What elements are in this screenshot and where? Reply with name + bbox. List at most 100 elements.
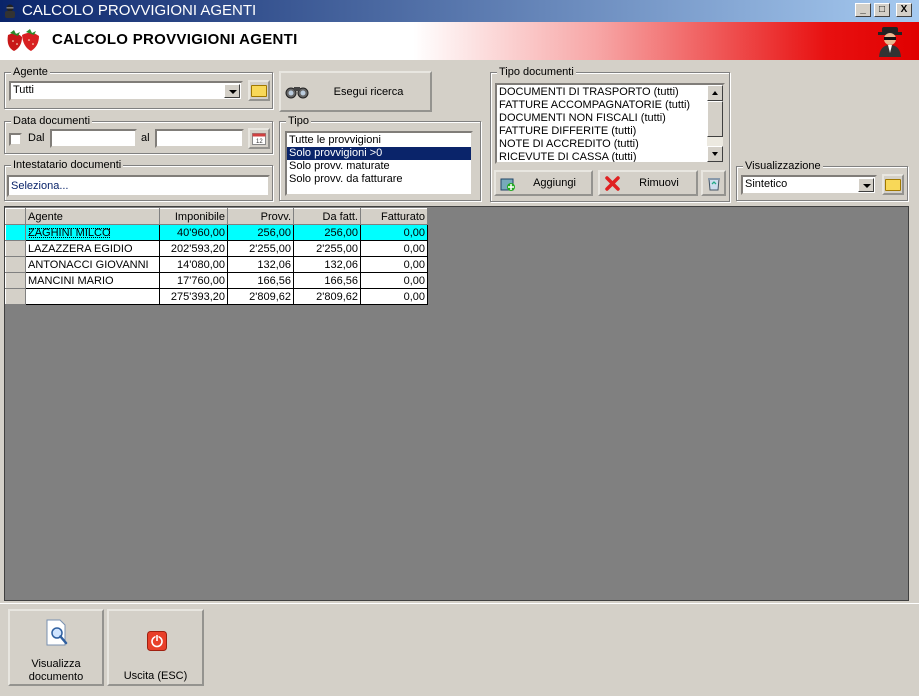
da-fatt-cell[interactable]: 166,56 [293, 272, 361, 289]
tipo-documenti-item[interactable]: FATTURE DIFFERITE (tutti) [497, 125, 723, 138]
tipo-documenti-item[interactable]: NOTE DI ACCREDITO (tutti) [497, 138, 723, 151]
tipo-documenti-item[interactable]: FATTURE ACCOMPAGNATORIE (tutti) [497, 99, 723, 112]
power-icon [147, 631, 167, 654]
tipo-option-selected[interactable]: Solo provvigioni >0 [287, 147, 471, 160]
row-indicator[interactable] [5, 224, 26, 241]
fatturato-cell[interactable]: 0,00 [360, 256, 428, 273]
row-indicator[interactable] [5, 256, 26, 273]
window-title: CALCOLO PROVVIGIONI AGENTI [22, 2, 257, 19]
add-document-icon [500, 176, 516, 195]
da-fatt-cell[interactable]: 256,00 [293, 224, 361, 241]
dal-checkbox[interactable] [9, 133, 22, 146]
folder-icon [885, 178, 901, 191]
tipo-documenti-item[interactable]: RICEVUTE DI CASSA (tutti) [497, 151, 723, 162]
close-button[interactable]: X [896, 3, 912, 17]
tipo-documenti-label: Tipo documenti [497, 66, 576, 78]
totals-row[interactable]: 275'393,20 2'809,62 2'809,62 0,00 [5, 288, 428, 305]
totals-provv-cell: 2'809,62 [227, 288, 294, 305]
agente-combo[interactable]: Tutti [9, 81, 243, 101]
imponibile-cell[interactable]: 14'080,00 [159, 256, 228, 273]
minimize-button[interactable]: _ [855, 3, 871, 17]
aggiungi-button[interactable]: Aggiungi [494, 170, 593, 196]
agente-browse-button[interactable] [248, 80, 270, 101]
data-documenti-label: Data documenti [11, 115, 93, 127]
visualizzazione-browse-button[interactable] [882, 174, 904, 195]
calendar-icon: 12 [252, 133, 266, 145]
scroll-thumb[interactable] [707, 101, 723, 137]
column-header-imponibile[interactable]: Imponibile [159, 208, 228, 225]
row-indicator[interactable] [5, 272, 26, 289]
visualizzazione-dropdown-arrow-icon[interactable] [858, 178, 874, 192]
da-fatt-cell[interactable]: 2'255,00 [293, 240, 361, 257]
tipo-option[interactable]: Solo provv. maturate [287, 160, 471, 173]
imponibile-cell[interactable]: 17'760,00 [159, 272, 228, 289]
fatturato-cell[interactable]: 0,00 [360, 272, 428, 289]
scroll-down-arrow-icon[interactable] [707, 146, 723, 162]
fatturato-cell[interactable]: 0,00 [360, 240, 428, 257]
column-header-fatturato[interactable]: Fatturato [360, 208, 428, 225]
aggiungi-label: Aggiungi [533, 177, 576, 189]
svg-text:12: 12 [256, 139, 263, 145]
da-fatt-cell[interactable]: 132,06 [293, 256, 361, 273]
agente-cell[interactable]: ANTONACCI GIOVANNI [25, 256, 160, 273]
table-row[interactable]: ZAGHINI MILCO 40'960,00 256,00 256,00 0,… [5, 224, 428, 241]
al-label: al [141, 132, 150, 144]
provv-cell[interactable]: 132,06 [227, 256, 294, 273]
imponibile-cell[interactable]: 40'960,00 [159, 224, 228, 241]
results-grid[interactable]: Agente Imponibile Provv. Da fatt. Fattur… [5, 208, 428, 305]
column-header-provv[interactable]: Provv. [227, 208, 294, 225]
imponibile-cell[interactable]: 202'593,20 [159, 240, 228, 257]
intestatario-value: Seleziona... [11, 180, 69, 192]
agente-dropdown-arrow-icon[interactable] [224, 84, 240, 98]
banner-title: CALCOLO PROVVIGIONI AGENTI [52, 31, 298, 48]
table-row[interactable]: MANCINI MARIO 17'760,00 166,56 166,56 0,… [5, 272, 428, 289]
al-date-field[interactable] [155, 129, 244, 148]
tipo-documenti-item[interactable]: DOCUMENTI DI TRASPORTO (tutti) [497, 86, 723, 99]
table-row[interactable]: LAZAZZERA EGIDIO 202'593,20 2'255,00 2'2… [5, 240, 428, 257]
fatturato-cell[interactable]: 0,00 [360, 224, 428, 241]
maximize-button[interactable]: □ [874, 3, 890, 17]
agente-cell[interactable]: ZAGHINI MILCO [28, 227, 111, 239]
visualizza-documento-button[interactable]: Visualizza documento [8, 609, 104, 686]
dal-label: Dal [28, 132, 45, 144]
uscita-button[interactable]: Uscita (ESC) [107, 609, 204, 686]
document-magnifier-icon [44, 619, 70, 650]
dal-date-field[interactable] [50, 129, 137, 148]
row-indicator[interactable] [5, 288, 26, 305]
header-banner: CALCOLO PROVVIGIONI AGENTI [0, 22, 919, 60]
rimuovi-button[interactable]: Rimuovi [598, 170, 698, 196]
agente-cell[interactable]: LAZAZZERA EGIDIO [25, 240, 160, 257]
intestatario-field[interactable]: Seleziona... [7, 175, 270, 197]
title-bar[interactable]: CALCOLO PROVVIGIONI AGENTI _ □ X [0, 0, 919, 22]
provv-cell[interactable]: 2'255,00 [227, 240, 294, 257]
tipo-option[interactable]: Solo provv. da fatturare [287, 173, 471, 186]
tipo-documenti-listbox[interactable]: DOCUMENTI DI TRASPORTO (tutti) FATTURE A… [495, 83, 725, 164]
visualizza-label-line1: Visualizza [31, 658, 81, 670]
tipo-documenti-item[interactable]: DOCUMENTI NON FISCALI (tutti) [497, 112, 723, 125]
visualizzazione-value: Sintetico [745, 178, 788, 190]
esegui-ricerca-label: Esegui ricerca [333, 85, 404, 98]
visualizzazione-combo[interactable]: Sintetico [741, 175, 877, 195]
agente-label: Agente [11, 66, 50, 78]
table-row[interactable]: ANTONACCI GIOVANNI 14'080,00 132,06 132,… [5, 256, 428, 273]
tipo-documenti-scrollbar[interactable] [707, 85, 723, 162]
uscita-label: Uscita (ESC) [123, 670, 188, 682]
column-header-agente[interactable]: Agente [25, 208, 160, 225]
grid-header-row: Agente Imponibile Provv. Da fatt. Fattur… [5, 208, 428, 225]
column-header-da-fatt[interactable]: Da fatt. [293, 208, 361, 225]
provv-cell[interactable]: 256,00 [227, 224, 294, 241]
row-indicator-header [5, 208, 26, 225]
tipo-listbox[interactable]: Tutte le provvigioni Solo provvigioni >0… [285, 131, 473, 196]
esegui-ricerca-button[interactable]: Esegui ricerca [279, 71, 432, 112]
calendar-button[interactable]: 12 [248, 128, 270, 149]
recycle-bin-icon [707, 177, 720, 190]
tipo-option[interactable]: Tutte le provvigioni [287, 134, 471, 147]
scroll-up-arrow-icon[interactable] [707, 85, 723, 101]
agente-cell[interactable]: MANCINI MARIO [25, 272, 160, 289]
totals-da-fatt-cell: 2'809,62 [293, 288, 361, 305]
intestatario-label: Intestatario documenti [11, 159, 124, 171]
tipo-label: Tipo [286, 115, 311, 127]
row-indicator[interactable] [5, 240, 26, 257]
provv-cell[interactable]: 166,56 [227, 272, 294, 289]
recycle-button[interactable] [701, 170, 726, 196]
